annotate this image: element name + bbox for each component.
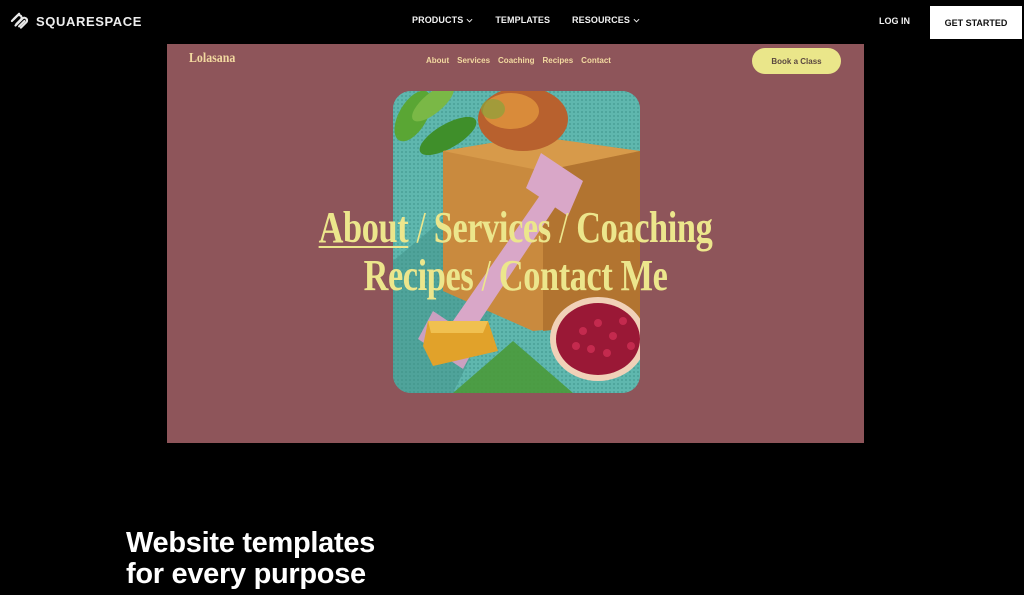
top-nav: SQUARESPACE PRODUCTS TEMPLATES RESOURCES… [0,0,1024,44]
preview-nav-coaching[interactable]: Coaching [498,56,534,65]
headline-separator: / [416,203,434,252]
section-title: Website templates for every purpose [126,528,375,590]
login-link[interactable]: LOG IN [879,16,910,26]
get-started-button[interactable]: GET STARTED [930,6,1022,39]
preview-site-logo[interactable]: Lolasana [189,51,235,67]
preview-nav-about[interactable]: About [426,56,449,65]
book-a-class-button[interactable]: Book a Class [752,48,841,74]
section-title-line-2: for every purpose [126,558,366,590]
squarespace-logo-icon [10,12,29,29]
headline-line-1: About / Services / Coaching [244,204,788,252]
section-title-line-1: Website templates [126,527,376,559]
preview-nav-recipes[interactable]: Recipes [542,56,573,65]
main-nav: PRODUCTS TEMPLATES RESOURCES [412,15,640,25]
nav-resources-label: RESOURCES [572,15,630,25]
headline-link-recipes[interactable]: Recipes [364,251,474,300]
squarespace-logo[interactable]: SQUARESPACE [9,12,142,30]
nav-resources[interactable]: RESOURCES [572,15,640,25]
nav-products-label: PRODUCTS [412,15,464,25]
headline-line-2: Recipes / Contact Me [244,252,788,300]
nav-products[interactable]: PRODUCTS [412,15,473,25]
chevron-down-icon [466,18,473,22]
preview-headline-menu: About / Services / Coaching Recipes / Co… [167,204,864,300]
headline-separator: / [558,203,577,252]
template-preview[interactable]: Lolasana About Services Coaching Recipes… [167,44,864,443]
preview-nav: About Services Coaching Recipes Contact [426,56,611,65]
headline-link-about[interactable]: About [319,203,409,252]
chevron-down-icon [633,18,640,22]
headline-link-contact-me[interactable]: Contact Me [499,251,668,300]
preview-nav-contact[interactable]: Contact [581,56,611,65]
nav-templates-label: TEMPLATES [495,15,551,25]
preview-nav-services[interactable]: Services [457,56,490,65]
nav-templates[interactable]: TEMPLATES [495,15,550,25]
headline-separator: / [481,251,499,300]
headline-link-coaching[interactable]: Coaching [576,203,712,252]
headline-link-services[interactable]: Services [434,203,551,252]
brand-name: SQUARESPACE [36,13,143,29]
